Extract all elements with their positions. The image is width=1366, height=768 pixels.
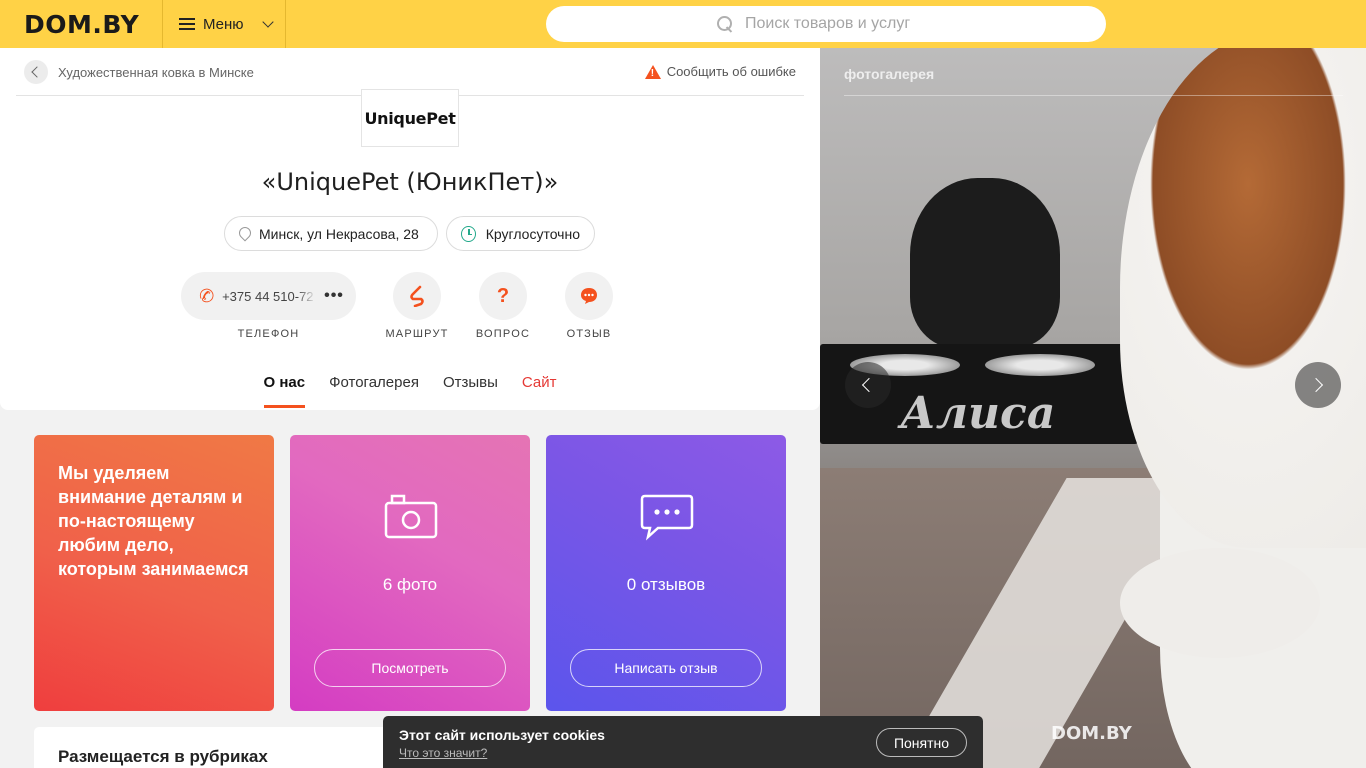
about-quote: Мы уделяем внимание деталям и по-настоящ… bbox=[58, 463, 249, 579]
cookie-accept-button[interactable]: Понятно bbox=[876, 728, 967, 757]
gallery-next-button[interactable] bbox=[1295, 362, 1341, 408]
breadcrumb-link[interactable]: Художественная ковка в Минске bbox=[58, 65, 254, 80]
menu-button[interactable]: Меню bbox=[162, 0, 286, 48]
clock-icon bbox=[461, 225, 476, 242]
search-bar[interactable] bbox=[546, 6, 1106, 42]
hamburger-icon bbox=[179, 18, 195, 30]
phone-number: +375 44 510-72 bbox=[222, 288, 314, 304]
report-error-link[interactable]: ! Сообщить об ошибке bbox=[644, 64, 796, 79]
reviews-count: 0 отзывов bbox=[626, 575, 706, 594]
report-error-label: Сообщить об ошибке bbox=[666, 64, 796, 79]
bowl-right bbox=[985, 354, 1095, 376]
gallery-title: фотогалерея bbox=[844, 66, 935, 82]
company-logo: UniquePet bbox=[361, 89, 459, 147]
rubrics-heading: Размещается в рубриках bbox=[58, 747, 268, 766]
review-button[interactable] bbox=[565, 272, 613, 320]
cookie-message: Этот сайт использует cookies bbox=[399, 727, 605, 743]
watermark-logo: DOM.BY bbox=[1051, 723, 1132, 744]
search-input[interactable] bbox=[745, 15, 935, 33]
route-button[interactable] bbox=[393, 272, 441, 320]
tab-about[interactable]: О нас bbox=[263, 374, 305, 408]
dog-paw bbox=[1120, 548, 1320, 658]
menu-label: Меню bbox=[203, 15, 244, 33]
camera-icon bbox=[384, 494, 438, 539]
site-logo[interactable]: DOM.BY bbox=[24, 10, 139, 39]
gallery-prev-button[interactable] bbox=[845, 362, 891, 408]
phone-button[interactable]: ✆ +375 44 510-72 ••• bbox=[181, 272, 356, 320]
dog-head bbox=[1120, 48, 1366, 548]
photos-tile: 6 фото Посмотреть bbox=[290, 435, 530, 711]
location-pin-icon bbox=[239, 227, 249, 241]
address-chip[interactable]: Минск, ул Некрасова, 28 bbox=[224, 216, 438, 251]
photos-count: 6 фото bbox=[382, 575, 438, 594]
address-text: Минск, ул Некрасова, 28 bbox=[259, 225, 419, 242]
back-arrow-icon[interactable] bbox=[24, 60, 48, 84]
phone-label: ТЕЛЕФОН bbox=[237, 328, 300, 340]
about-quote-tile: Мы уделяем внимание деталям и по-настоящ… bbox=[34, 435, 274, 711]
search-icon bbox=[717, 16, 733, 32]
chat-icon bbox=[640, 494, 694, 541]
view-photos-button[interactable]: Посмотреть bbox=[314, 649, 506, 687]
dog-silhouette-figure bbox=[910, 178, 1060, 348]
question-icon: ? bbox=[496, 284, 510, 307]
hours-chip[interactable]: Круглосуточно bbox=[446, 216, 595, 251]
review-label: ОТЗЫВ bbox=[566, 328, 612, 340]
chevron-down-icon bbox=[261, 16, 274, 28]
write-review-button[interactable]: Написать отзыв bbox=[570, 649, 762, 687]
tab-gallery[interactable]: Фотогалерея bbox=[329, 374, 419, 408]
reviews-tile: 0 отзывов Написать отзыв bbox=[546, 435, 786, 711]
gallery-divider bbox=[844, 95, 1343, 96]
cookie-banner: Этот сайт использует cookies Что это зна… bbox=[383, 716, 983, 768]
route-icon bbox=[410, 285, 424, 307]
question-label: ВОПРОС bbox=[475, 328, 531, 340]
company-title: «UniquePet (ЮникПет)» bbox=[261, 168, 559, 196]
warning-icon: ! bbox=[644, 64, 661, 79]
photo-gallery[interactable]: Алиса фотогалерея DOM.BY bbox=[820, 48, 1366, 768]
phone-icon: ✆ bbox=[197, 284, 216, 307]
hours-text: Круглосуточно bbox=[485, 225, 580, 242]
more-dots-icon: ••• bbox=[324, 287, 344, 304]
question-button[interactable]: ? bbox=[479, 272, 527, 320]
photo-caption: Алиса bbox=[900, 388, 1056, 439]
company-card: Художественная ковка в Минске ! Сообщить… bbox=[0, 48, 820, 410]
cookie-info-link[interactable]: Что это значит? bbox=[399, 746, 487, 760]
route-label: МАРШРУТ bbox=[385, 328, 449, 340]
breadcrumb[interactable]: Художественная ковка в Минске bbox=[24, 60, 254, 84]
tab-site[interactable]: Сайт bbox=[522, 374, 557, 408]
top-header: DOM.BY Меню bbox=[0, 0, 1366, 48]
chat-bubble-icon bbox=[581, 288, 597, 304]
tab-reviews[interactable]: Отзывы bbox=[443, 374, 498, 408]
tabs-nav: О нас Фотогалерея Отзывы Сайт bbox=[0, 374, 820, 408]
